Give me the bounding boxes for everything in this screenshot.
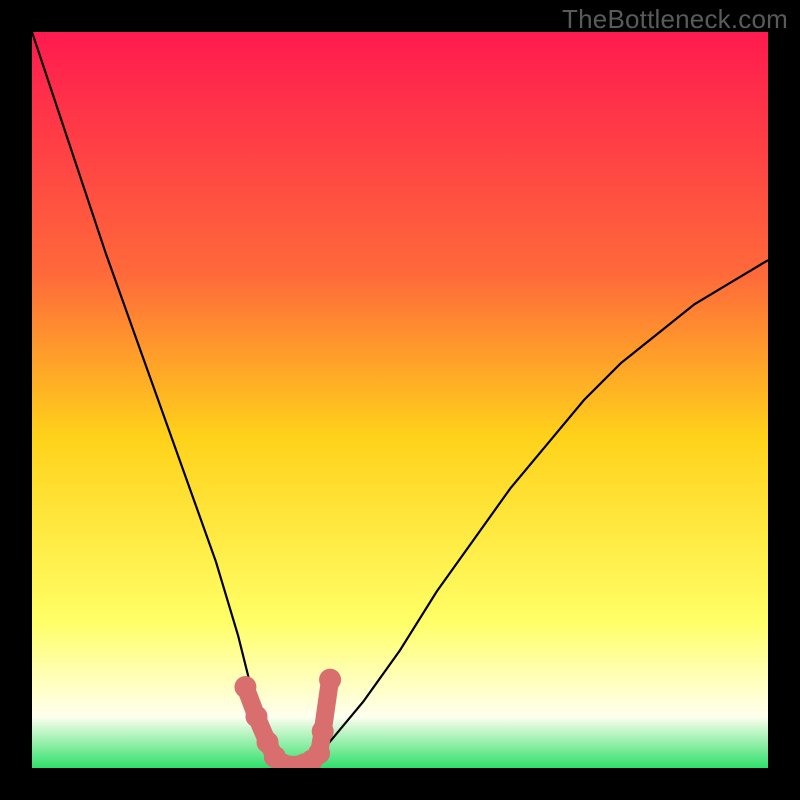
chart-frame: TheBottleneck.com <box>0 0 800 800</box>
plot-svg <box>32 32 768 768</box>
watermark-text: TheBottleneck.com <box>562 4 788 35</box>
plot-background <box>32 32 768 768</box>
plot-area <box>32 32 768 768</box>
